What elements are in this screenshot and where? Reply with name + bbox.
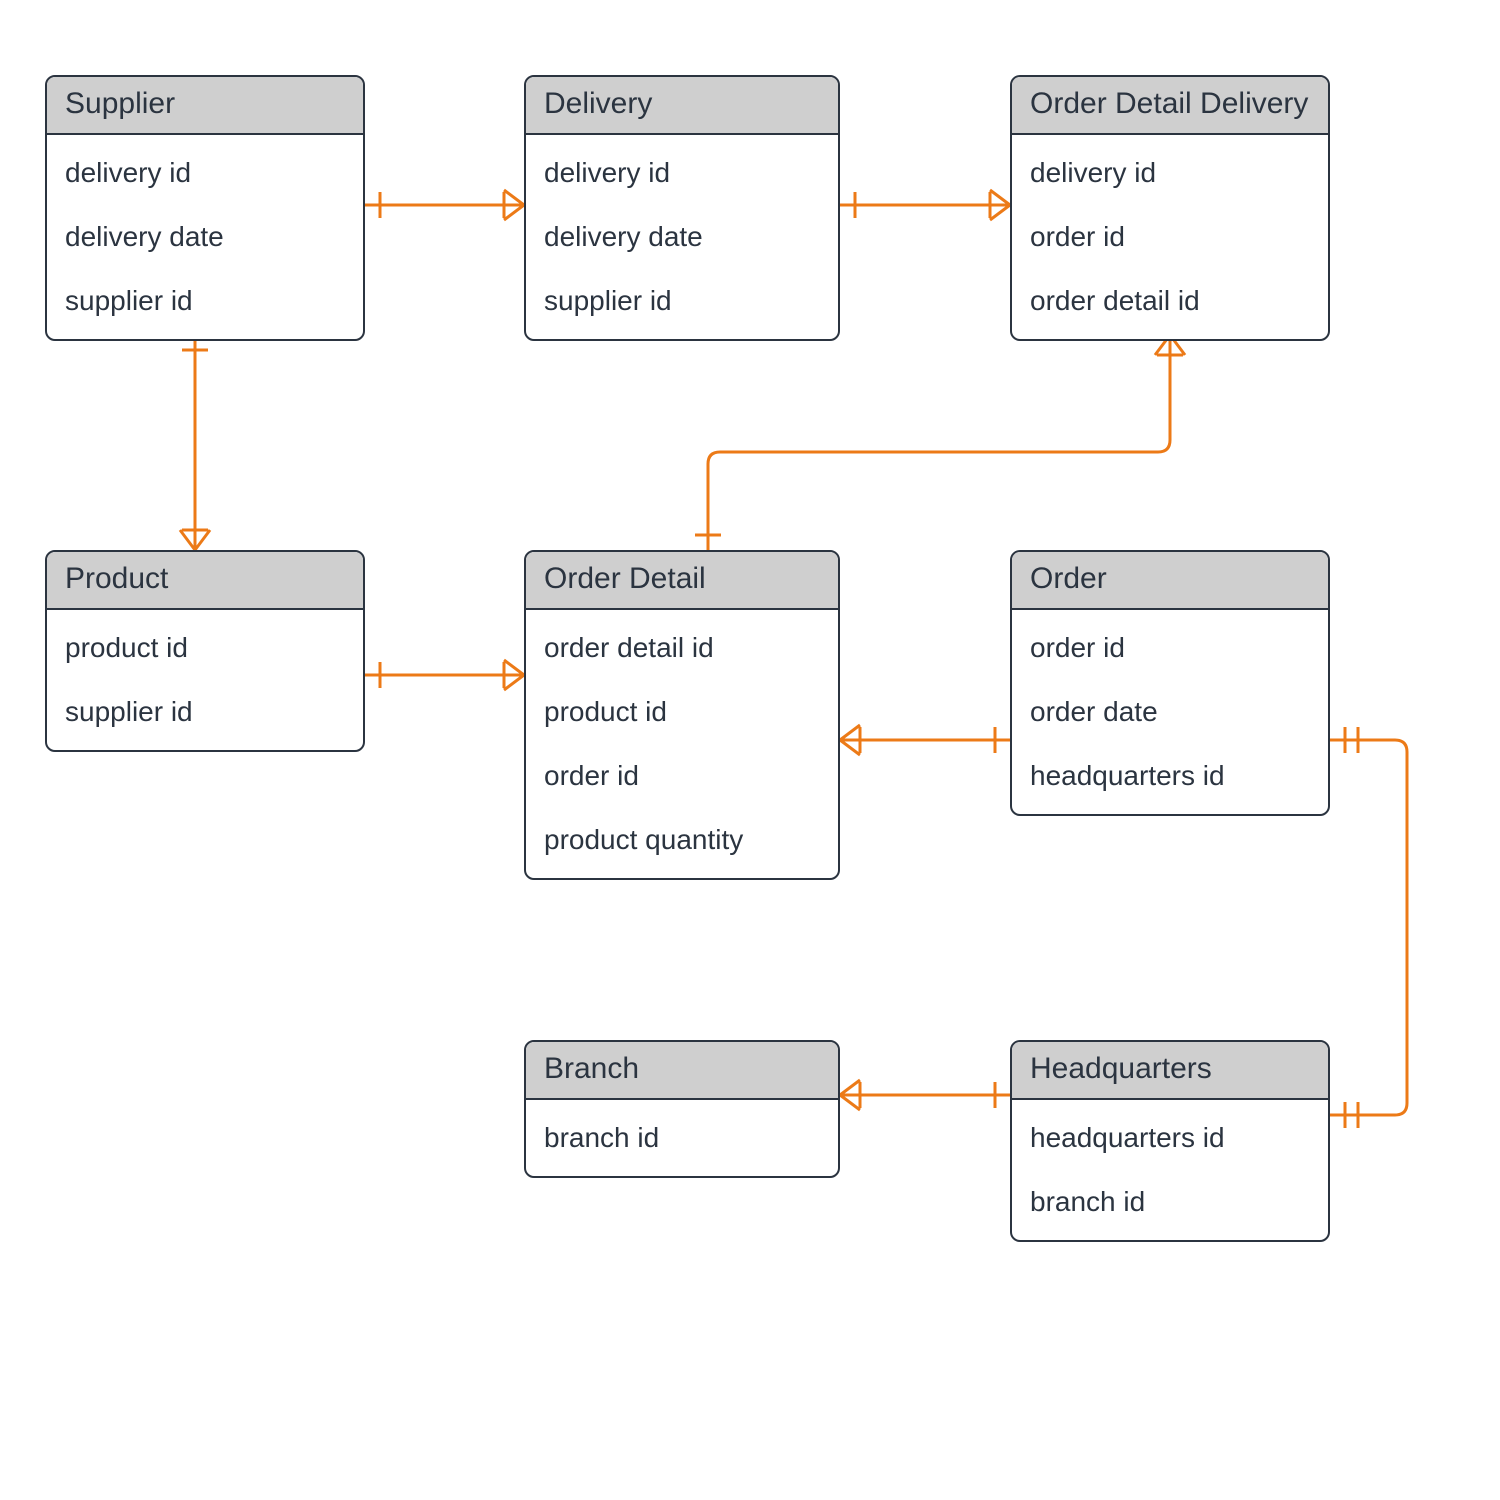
entity-branch[interactable]: Branch branch id — [524, 1040, 840, 1178]
entity-attr: delivery date — [47, 205, 363, 269]
rel-odd-orderdetail — [695, 335, 1185, 550]
entity-order-detail[interactable]: Order Detail order detail id product id … — [524, 550, 840, 880]
entity-title: Delivery — [526, 77, 838, 135]
rel-orderdetail-order — [840, 725, 1010, 755]
entity-title: Branch — [526, 1042, 838, 1100]
entity-attr: product id — [526, 680, 838, 744]
entity-attr: headquarters id — [1012, 744, 1328, 808]
entity-title: Headquarters — [1012, 1042, 1328, 1100]
rel-supplier-product — [180, 335, 210, 550]
entity-attr: product id — [47, 616, 363, 680]
entity-body: delivery id delivery date supplier id — [526, 135, 838, 339]
entity-body: delivery id delivery date supplier id — [47, 135, 363, 339]
entity-attr: order date — [1012, 680, 1328, 744]
entity-title: Product — [47, 552, 363, 610]
rel-branch-headquarters — [840, 1080, 1010, 1110]
entity-body: delivery id order id order detail id — [1012, 135, 1328, 339]
entity-title: Supplier — [47, 77, 363, 135]
entity-attr: product quantity — [526, 808, 838, 872]
entity-attr: delivery id — [47, 141, 363, 205]
entity-headquarters[interactable]: Headquarters headquarters id branch id — [1010, 1040, 1330, 1242]
entity-order-detail-delivery[interactable]: Order Detail Delivery delivery id order … — [1010, 75, 1330, 341]
er-diagram-canvas: Supplier delivery id delivery date suppl… — [0, 0, 1500, 1500]
entity-title: Order Detail Delivery — [1012, 77, 1328, 135]
entity-body: product id supplier id — [47, 610, 363, 750]
entity-title: Order — [1012, 552, 1328, 610]
entity-delivery[interactable]: Delivery delivery id delivery date suppl… — [524, 75, 840, 341]
entity-title: Order Detail — [526, 552, 838, 610]
rel-order-headquarters — [1330, 727, 1407, 1128]
entity-attr: delivery id — [526, 141, 838, 205]
entity-supplier[interactable]: Supplier delivery id delivery date suppl… — [45, 75, 365, 341]
entity-attr: headquarters id — [1012, 1106, 1328, 1170]
entity-attr: supplier id — [47, 269, 363, 333]
entity-body: order detail id product id order id prod… — [526, 610, 838, 878]
entity-product[interactable]: Product product id supplier id — [45, 550, 365, 752]
entity-body: headquarters id branch id — [1012, 1100, 1328, 1240]
entity-attr: delivery id — [1012, 141, 1328, 205]
entity-attr: order id — [1012, 205, 1328, 269]
entity-attr: order detail id — [526, 616, 838, 680]
rel-supplier-delivery — [365, 190, 524, 220]
entity-body: order id order date headquarters id — [1012, 610, 1328, 814]
rel-product-orderdetail — [365, 660, 524, 690]
entity-attr: supplier id — [47, 680, 363, 744]
entity-attr: branch id — [1012, 1170, 1328, 1234]
entity-attr: supplier id — [526, 269, 838, 333]
rel-delivery-odd — [840, 190, 1010, 220]
entity-attr: branch id — [526, 1106, 838, 1170]
entity-attr: delivery date — [526, 205, 838, 269]
entity-attr: order id — [1012, 616, 1328, 680]
entity-body: branch id — [526, 1100, 838, 1176]
entity-order[interactable]: Order order id order date headquarters i… — [1010, 550, 1330, 816]
entity-attr: order detail id — [1012, 269, 1328, 333]
entity-attr: order id — [526, 744, 838, 808]
